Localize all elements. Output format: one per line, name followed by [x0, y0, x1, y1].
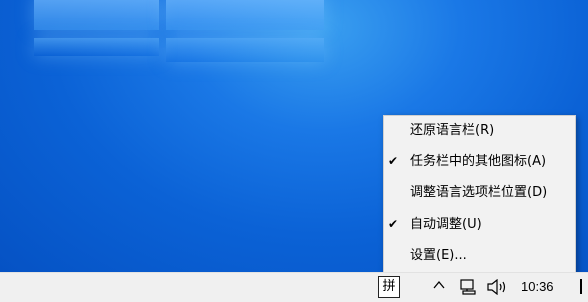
ime-pinyin-icon[interactable]: 拼	[378, 276, 400, 298]
menu-item-other-taskbar-icons[interactable]: ✔ 任务栏中的其他图标(A)	[384, 149, 575, 174]
chevron-up-icon[interactable]	[432, 277, 446, 296]
menu-item-settings[interactable]: 设置(E)...	[384, 243, 575, 268]
windows-logo-pane	[166, 0, 324, 30]
menu-item-label: 自动调整(U)	[410, 217, 482, 232]
speaker-icon[interactable]	[487, 278, 509, 299]
show-desktop-button[interactable]	[580, 279, 582, 294]
clock[interactable]: 10:36	[521, 279, 554, 294]
menu-item-restore-language-bar[interactable]: 还原语言栏(R)	[384, 118, 575, 143]
menu-item-label: 设置(E)...	[410, 248, 467, 263]
menu-item-label: 还原语言栏(R)	[410, 123, 495, 138]
checkmark-icon: ✔	[388, 154, 399, 168]
network-icon[interactable]	[459, 279, 477, 299]
checkmark-icon: ✔	[388, 217, 399, 231]
windows-logo-pane	[166, 38, 324, 62]
windows-logo-pane	[34, 38, 159, 56]
menu-item-auto-adjust[interactable]: ✔ 自动调整(U)	[384, 212, 575, 237]
menu-item-label: 任务栏中的其他图标(A)	[410, 154, 547, 169]
menu-item-adjust-position[interactable]: 调整语言选项栏位置(D)	[384, 180, 575, 205]
language-bar-context-menu: 还原语言栏(R) ✔ 任务栏中的其他图标(A) 调整语言选项栏位置(D) ✔ 自…	[383, 115, 576, 274]
windows-logo-pane	[34, 0, 159, 30]
menu-item-label: 调整语言选项栏位置(D)	[410, 185, 548, 200]
